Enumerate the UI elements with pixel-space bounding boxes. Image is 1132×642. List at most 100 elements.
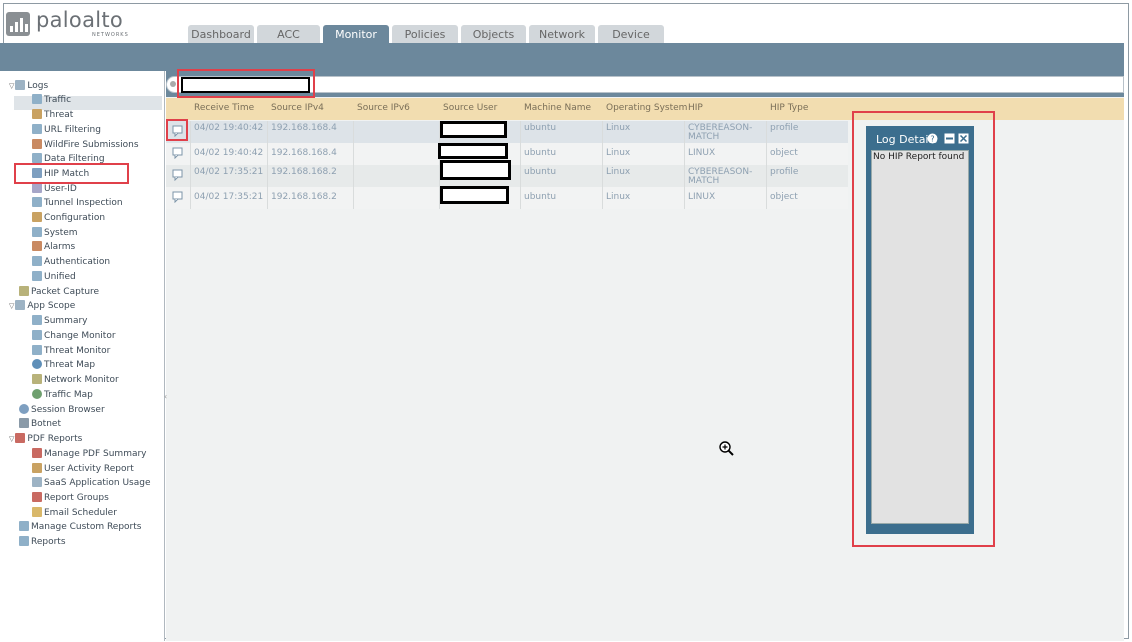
threat-icon	[32, 109, 42, 119]
nav-pdf-reports[interactable]: ▽ PDF Reports	[9, 432, 82, 446]
nav-session-browser[interactable]: Session Browser	[19, 403, 105, 417]
url-filter-icon	[32, 124, 42, 134]
nav-label: Unified	[44, 272, 76, 282]
col-operating-system[interactable]: Operating System	[606, 103, 687, 113]
tab-policies[interactable]: Policies	[392, 25, 458, 43]
cloud-icon	[32, 477, 42, 487]
nav-change-monitor[interactable]: Change Monitor	[32, 329, 116, 343]
detail-view-icon[interactable]	[172, 169, 184, 181]
cell-receive-time: 04/02 17:35:21	[194, 167, 264, 177]
nav-threat-map[interactable]: Threat Map	[32, 358, 95, 372]
logo-mark-icon	[6, 12, 30, 36]
tab-acc[interactable]: ACC	[257, 25, 320, 43]
nav-traffic-map[interactable]: Traffic Map	[32, 388, 93, 402]
botnet-icon	[19, 418, 29, 428]
nav-threat-monitor[interactable]: Threat Monitor	[32, 344, 110, 358]
nav-label: Threat	[44, 110, 74, 120]
email-icon	[32, 507, 42, 517]
nav-label: WildFire Submissions	[44, 140, 139, 150]
nav-report-groups[interactable]: Report Groups	[32, 491, 109, 505]
col-source-ipv4[interactable]: Source IPv4	[271, 103, 324, 113]
traffic-icon	[32, 94, 42, 104]
brand-sub: NETWORKS	[92, 32, 129, 38]
cell-machine-name: ubuntu	[524, 123, 557, 133]
nav-logs[interactable]: ▽ Logs	[9, 79, 48, 93]
data-filter-icon	[32, 153, 42, 163]
nav-unified[interactable]: Unified	[32, 270, 76, 284]
col-receive-time[interactable]: Receive Time	[194, 103, 254, 113]
col-source-ipv6[interactable]: Source IPv6	[357, 103, 410, 113]
detail-icon-highlight	[166, 119, 188, 141]
nav-email-scheduler[interactable]: Email Scheduler	[32, 506, 117, 520]
session-browser-icon	[19, 404, 29, 414]
table-row[interactable]: 04/02 19:40:42 192.168.168.4 ubuntu Linu…	[166, 121, 848, 143]
nav-label: App Scope	[27, 301, 76, 311]
detail-view-icon[interactable]	[172, 191, 184, 203]
redacted-source-user	[440, 186, 509, 204]
nav-summary[interactable]: Summary	[32, 314, 88, 328]
cell-machine-name: ubuntu	[524, 192, 557, 202]
nav-authentication[interactable]: Authentication	[32, 255, 110, 269]
change-monitor-icon	[32, 330, 42, 340]
cell-source-ipv4[interactable]: 192.168.168.4	[271, 124, 337, 133]
nav-threat[interactable]: Threat	[32, 108, 73, 122]
tab-dashboard[interactable]: Dashboard	[188, 25, 254, 43]
nav-app-scope[interactable]: ▽ App Scope	[9, 299, 75, 313]
nav-label: Tunnel Inspection	[44, 198, 123, 208]
nav-system[interactable]: System	[32, 226, 78, 240]
pdf-icon	[32, 448, 42, 458]
cell-source-ipv4[interactable]: 192.168.168.2	[271, 168, 337, 177]
nav-botnet[interactable]: Botnet	[19, 417, 61, 431]
cell-source-ipv4[interactable]: 192.168.168.2	[271, 193, 337, 202]
nav-user-id[interactable]: User-ID	[32, 182, 77, 196]
header-bar	[0, 43, 1124, 71]
col-machine-name[interactable]: Machine Name	[524, 103, 591, 113]
nav-traffic[interactable]: Traffic	[32, 93, 71, 107]
user-id-icon	[32, 183, 42, 193]
nav-label: User Activity Report	[44, 464, 134, 474]
cell-source-ipv4[interactable]: 192.168.168.4	[271, 149, 337, 158]
nav-saas-usage[interactable]: SaaS Application Usage	[32, 476, 151, 490]
nav-label: Traffic Map	[44, 390, 93, 400]
cell-os: Linux	[606, 192, 631, 202]
nav-configuration[interactable]: Configuration	[32, 211, 105, 225]
col-hip-type[interactable]: HIP Type	[770, 103, 808, 113]
nav-tunnel-inspection[interactable]: Tunnel Inspection	[32, 196, 123, 210]
nav-label: Reports	[31, 537, 66, 547]
app-scope-icon	[15, 300, 26, 310]
nav-label: Summary	[44, 316, 88, 326]
tab-monitor[interactable]: Monitor	[323, 25, 389, 43]
nav-wildfire[interactable]: WildFire Submissions	[32, 138, 139, 152]
cell-os: Linux	[606, 148, 631, 158]
nav-alarms[interactable]: Alarms	[32, 240, 75, 254]
nav-reports[interactable]: Reports	[19, 535, 66, 549]
detail-view-icon[interactable]	[172, 147, 184, 159]
tab-objects[interactable]: Objects	[461, 25, 526, 43]
nav-label: Logs	[27, 81, 49, 91]
network-monitor-icon	[32, 374, 42, 384]
redacted-source-user	[438, 143, 508, 159]
tab-network[interactable]: Network	[529, 25, 595, 43]
nav-manage-pdf-summary[interactable]: Manage PDF Summary	[32, 447, 147, 461]
nav-label: Authentication	[44, 257, 111, 267]
cell-hip: LINUX	[688, 192, 716, 202]
paloalto-logo: paloalto NETWORKS	[6, 8, 136, 42]
wildfire-icon	[32, 139, 42, 149]
col-source-user[interactable]: Source User	[443, 103, 497, 113]
log-details-highlight	[852, 111, 995, 547]
nav-packet-capture[interactable]: Packet Capture	[19, 285, 99, 299]
nav-label: Configuration	[44, 213, 106, 223]
cell-machine-name: ubuntu	[524, 148, 557, 158]
nav-network-monitor[interactable]: Network Monitor	[32, 373, 119, 387]
nav-label: Traffic	[44, 95, 72, 105]
nav-manage-custom-reports[interactable]: Manage Custom Reports	[19, 520, 141, 534]
col-hip[interactable]: HIP	[688, 103, 703, 113]
nav-label: Botnet	[31, 419, 61, 429]
nav-label: Alarms	[44, 242, 76, 252]
nav-user-activity-report[interactable]: User Activity Report	[32, 462, 134, 476]
nav-url-filtering[interactable]: URL Filtering	[32, 123, 101, 137]
cell-hip-type: object	[770, 148, 798, 158]
pane-splitter-handle[interactable]: ‹	[164, 392, 167, 401]
tab-device[interactable]: Device	[598, 25, 664, 43]
nav-label: System	[44, 228, 78, 238]
